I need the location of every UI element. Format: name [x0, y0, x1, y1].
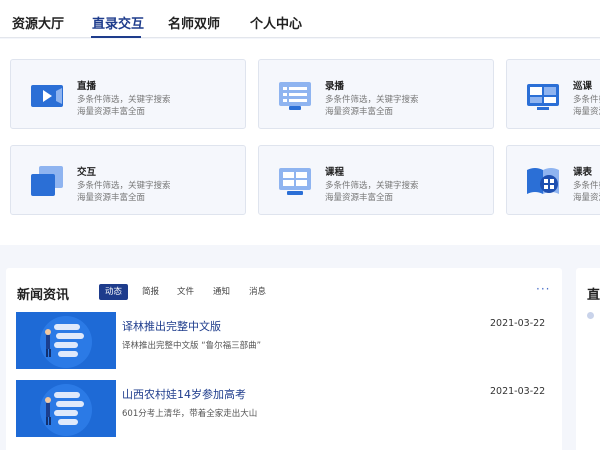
card-desc: 多条件筛选，关键字搜索: [325, 181, 419, 191]
news-item-date: 2021-03-22: [490, 318, 546, 329]
card-title: 课程: [325, 167, 345, 178]
news-tab-files[interactable]: 文件: [177, 284, 194, 300]
course-window-icon: [279, 168, 311, 195]
more-icon[interactable]: ···: [536, 282, 550, 296]
news-panel-title: 新闻资讯: [17, 288, 70, 303]
card-live[interactable]: 直播 多条件筛选，关键字搜索 海量资源丰富全面: [10, 59, 246, 129]
news-tab-brief[interactable]: 简报: [142, 284, 159, 300]
right-panel-title: 直: [587, 288, 600, 303]
card-desc: 海量资源丰富全面: [573, 193, 600, 203]
card-desc: 多条件筛选，关键字搜索: [325, 95, 419, 105]
news-thumbnail: [16, 380, 116, 437]
card-schedule[interactable]: 课表 多条件筛选，关键字搜索 海量资源丰富全面: [506, 145, 600, 215]
news-item-subtitle: 译林推出完整中文版 “鲁尔福三部曲”: [122, 341, 262, 351]
card-desc: 海量资源丰富全面: [573, 107, 600, 117]
card-title: 交互: [77, 167, 97, 178]
category-cards: 直播 多条件筛选，关键字搜索 海量资源丰富全面 录播 多条件筛选，关键字搜索 海…: [0, 39, 600, 245]
top-nav: 资源大厅 直录交互 名师双师 个人中心: [0, 0, 600, 38]
nav-tab-personal-center[interactable]: 个人中心: [250, 13, 302, 32]
news-item-date: 2021-03-22: [490, 386, 546, 397]
card-desc: 多条件筛选，关键字搜索: [573, 95, 600, 105]
card-desc: 多条件筛选，关键字搜索: [77, 181, 171, 191]
news-tab-notices[interactable]: 通知: [213, 284, 230, 300]
card-desc: 多条件筛选，关键字搜索: [573, 181, 600, 191]
nav-tab-resource-hall[interactable]: 资源大厅: [12, 13, 64, 32]
card-title: 直播: [77, 81, 97, 92]
news-item-title[interactable]: 译林推出完整中文版: [122, 318, 221, 334]
news-item[interactable]: 译林推出完整中文版 2021-03-22 译林推出完整中文版 “鲁尔福三部曲”: [16, 312, 552, 369]
news-panel: 新闻资讯 动态 简报 文件 通知 消息 ··· 译林推出完整中文版 2021-0…: [6, 268, 562, 450]
active-tab-underline: [91, 36, 141, 38]
card-title: 巡课: [573, 81, 593, 92]
news-item[interactable]: 山西农村娃14岁参加高考 2021-03-22 601分考上清华，带着全家走出大…: [16, 380, 552, 437]
card-course[interactable]: 课程 多条件筛选，关键字搜索 海量资源丰富全面: [258, 145, 494, 215]
card-title: 录播: [325, 81, 345, 92]
news-item-title[interactable]: 山西农村娃14岁参加高考: [122, 386, 246, 402]
nav-tab-famous-teacher[interactable]: 名师双师: [168, 13, 220, 32]
card-recorded[interactable]: 录播 多条件筛选，关键字搜索 海量资源丰富全面: [258, 59, 494, 129]
video-camera-icon: [31, 85, 63, 107]
card-desc: 多条件筛选，关键字搜索: [77, 95, 171, 105]
list-window-icon: [279, 82, 311, 110]
news-tab-messages[interactable]: 消息: [249, 284, 266, 300]
card-desc: 海量资源丰富全面: [325, 107, 394, 117]
news-tab-dynamics[interactable]: 动态: [99, 284, 129, 300]
stacked-squares-icon: [31, 166, 63, 196]
right-panel: 直: [576, 268, 600, 450]
card-desc: 海量资源丰富全面: [325, 193, 394, 203]
card-desc: 海量资源丰富全面: [77, 193, 146, 203]
card-interaction[interactable]: 交互 多条件筛选，关键字搜索 海量资源丰富全面: [10, 145, 246, 215]
news-item-subtitle: 601分考上清华，带着全家走出大山: [122, 409, 258, 419]
book-grid-icon: [527, 168, 559, 194]
card-patrol[interactable]: 巡课 多条件筛选，关键字搜索 海量资源丰富全面: [506, 59, 600, 129]
news-thumbnail: [16, 312, 116, 369]
timeline-dot: [587, 312, 594, 319]
nav-tab-live-record-interact[interactable]: 直录交互: [92, 13, 144, 32]
card-desc: 海量资源丰富全面: [77, 107, 146, 117]
monitor-grid-icon: [527, 84, 559, 110]
card-title: 课表: [573, 167, 593, 178]
